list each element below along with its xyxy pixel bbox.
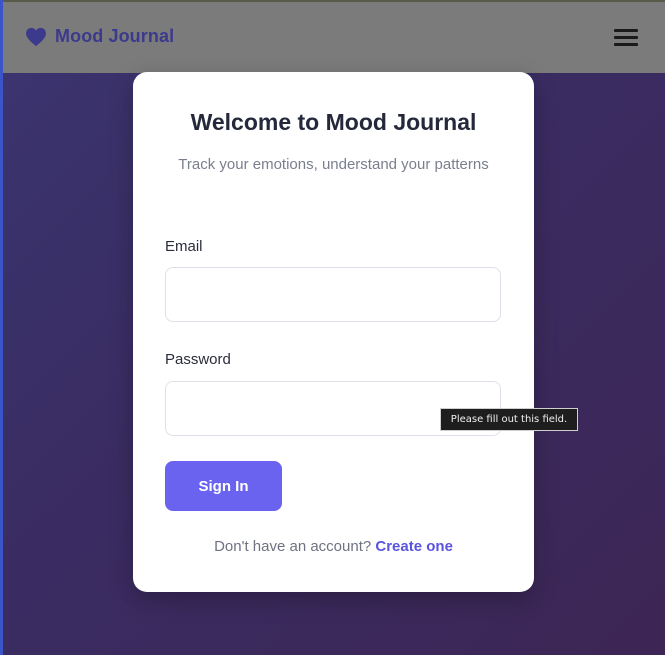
navbar: Mood Journal xyxy=(3,2,665,73)
hamburger-menu-icon-line xyxy=(614,36,638,39)
validation-tooltip: Please fill out this field. xyxy=(440,408,578,431)
password-label: Password xyxy=(165,351,231,368)
brand-name: Mood Journal xyxy=(55,26,175,46)
email-label: Email xyxy=(165,238,203,255)
brand-link[interactable]: Mood Journal xyxy=(25,26,174,47)
login-card: Welcome to Mood Journal Track your emoti… xyxy=(133,72,534,592)
window-left-edge xyxy=(0,0,3,655)
create-account-link[interactable]: Create one xyxy=(375,538,453,555)
hamburger-menu-icon xyxy=(614,29,638,32)
heart-icon xyxy=(25,27,47,47)
hamburger-menu-icon-line xyxy=(614,43,638,46)
signup-prompt-row: Don't have an account? Create one xyxy=(133,538,534,555)
sign-in-button[interactable]: Sign In xyxy=(165,461,282,511)
signup-prompt-text: Don't have an account? xyxy=(214,538,376,555)
page-title: Welcome to Mood Journal xyxy=(190,109,477,135)
hamburger-menu-button[interactable] xyxy=(612,26,640,50)
email-field[interactable] xyxy=(165,267,501,322)
page-subtitle: Track your emotions, understand your pat… xyxy=(178,156,489,173)
